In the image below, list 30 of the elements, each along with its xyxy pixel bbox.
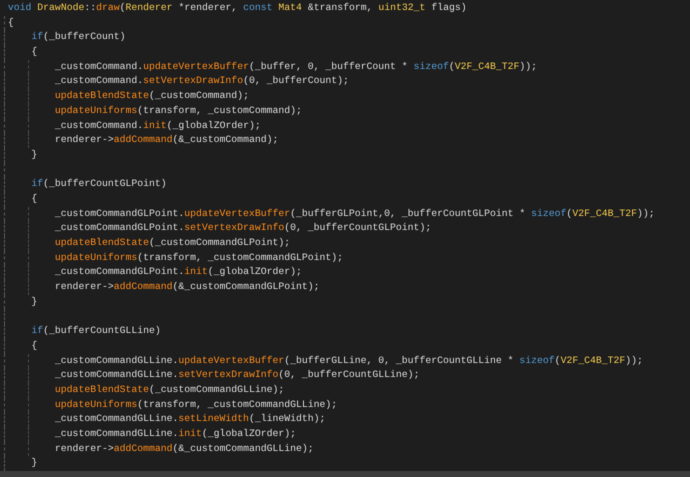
code-line: renderer->addCommand(&_customCommandGLLine); xyxy=(54,442,314,454)
code-line: } xyxy=(30,457,38,468)
code-line: _customCommandGLLine.setVertexDrawInfo(0, _bufferCountGLLine); xyxy=(54,369,420,380)
code-line: _customCommand.updateVertexBuffer(_buffer, 0, _bufferCount * sizeof(V2F_C4B_T2F)); xyxy=(54,60,538,72)
code-line: renderer->addCommand(&_customCommandGLPoint); xyxy=(54,281,320,292)
code-line: updateUniforms(transform, _customCommandGLLine); xyxy=(54,398,338,410)
code-line: _customCommand.setVertexDrawInfo(0, _bufferCount); xyxy=(54,75,349,86)
code-line: if(_bufferCount) xyxy=(30,31,126,42)
code-line: { xyxy=(30,46,38,58)
code-line: _customCommandGLLine.setLineWidth(_lineWidth); xyxy=(54,413,326,424)
code-line: _customCommandGLLine.updateVertexBuffer(_bufferGLLine, 0, _bufferCountGLLine * sizeof(V2F_C4B_T2F)); xyxy=(54,354,643,366)
code-line: } xyxy=(30,148,38,160)
code-line: updateUniforms(transform, _customCommandGLPoint); xyxy=(54,252,344,263)
code-line: renderer->addCommand(&_customCommand); xyxy=(54,134,278,146)
code-line: _customCommandGLPoint.updateVertexBuffer(_bufferGLPoint,0, _bufferCountGLPoint * sizeof(V2F_C4B_T2F)); xyxy=(54,208,655,219)
code-line: _customCommandGLPoint.setVertexDrawInfo(0, _bufferCountGLPoint); xyxy=(54,222,432,234)
code-line: _customCommandGLPoint.init(_globalZOrder); xyxy=(54,266,302,278)
code-line: updateBlendState(_customCommand); xyxy=(54,90,249,102)
code-line: updateBlendState(_customCommandGLPoint); xyxy=(54,237,290,248)
code-line: updateBlendState(_customCommandGLLine); xyxy=(54,384,284,395)
code-line: { xyxy=(30,340,38,351)
code-line: _customCommand.init(_globalZOrder); xyxy=(54,120,261,130)
code-line: } xyxy=(30,296,38,307)
code-line: _customCommandGLLine.init(_globalZOrder); xyxy=(54,428,296,439)
code-line: { xyxy=(8,16,14,28)
code-line: { xyxy=(30,192,38,204)
code-line: updateUniforms(transform, _customCommand); xyxy=(54,104,302,116)
code-line: void DrawNode::draw(Renderer *renderer, const Mat4 &transform, uint32_t flags) xyxy=(8,2,467,13)
code-line: if(_bufferCountGLPoint) xyxy=(30,178,167,190)
code-line: if(_bufferCountGLLine) xyxy=(30,325,161,336)
